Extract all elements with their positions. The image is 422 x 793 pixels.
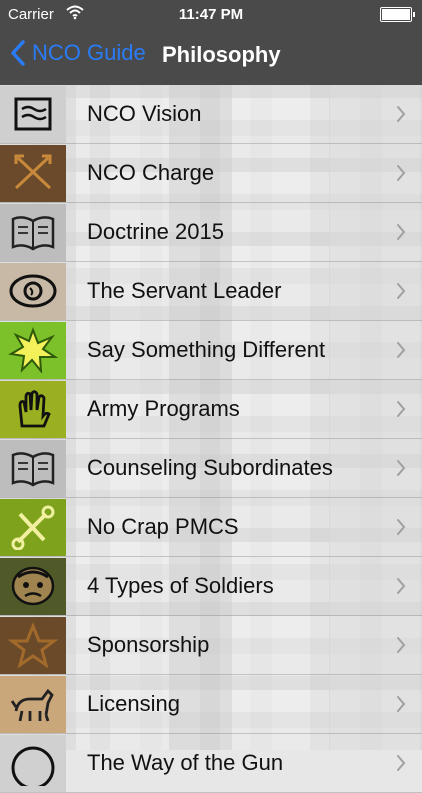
chevron-right-icon <box>397 755 406 771</box>
list-item-label: The Servant Leader <box>87 278 282 303</box>
thumbnail <box>0 439 66 497</box>
thumbnail <box>0 616 66 674</box>
list-item[interactable]: Counseling Subordinates <box>0 439 422 498</box>
page-title: Philosophy <box>162 42 281 67</box>
top-bar: Carrier 11:47 PM NCO Guide Philosophy <box>0 0 422 85</box>
list-item-label: Licensing <box>87 691 180 716</box>
list-item-label: Sponsorship <box>87 632 210 657</box>
list-item-label: NCO Vision <box>87 101 202 126</box>
list-item-label: Say Something Different <box>87 337 326 362</box>
list-item[interactable]: Licensing <box>0 675 422 734</box>
chevron-right-icon <box>397 637 406 653</box>
list-item[interactable]: Army Programs <box>0 380 422 439</box>
back-button-label: NCO Guide <box>32 40 146 65</box>
status-bar: Carrier 11:47 PM <box>0 0 422 30</box>
back-button[interactable]: NCO Guide <box>10 40 146 66</box>
open-book-icon <box>11 452 55 487</box>
tools-icon <box>11 505 55 550</box>
thumbnail <box>0 262 66 320</box>
thumbnail <box>0 321 66 379</box>
list-item-label: Doctrine 2015 <box>87 219 224 244</box>
list-item-label: No Crap PMCS <box>87 514 239 539</box>
chevron-right-icon <box>397 106 406 122</box>
chevron-right-icon <box>397 401 406 417</box>
thumbnail <box>0 203 66 261</box>
thumbnail <box>0 144 66 202</box>
list-item-label: 4 Types of Soldiers <box>87 573 274 598</box>
list-item[interactable]: Say Something Different <box>0 321 422 380</box>
chevron-right-icon <box>397 519 406 535</box>
thumbnail <box>0 734 66 792</box>
list-item[interactable]: Sponsorship <box>0 616 422 675</box>
hand-icon <box>18 390 51 428</box>
list-item[interactable]: Doctrine 2015 <box>0 203 422 262</box>
clock: 11:47 PM <box>178 6 244 23</box>
thumbnail <box>0 498 66 556</box>
horse-icon <box>10 688 54 722</box>
chevron-right-icon <box>397 460 406 476</box>
crossed-arrows-icon <box>14 154 52 190</box>
topics-list: NCO Vision NCO Charge Doctrine 2015 The Ser… <box>0 85 422 793</box>
chevron-right-icon <box>397 165 406 181</box>
list-item[interactable]: NCO Charge <box>0 144 422 203</box>
chevron-left-icon <box>11 40 25 66</box>
chevron-right-icon <box>397 342 406 358</box>
list-item-label: NCO Charge <box>87 160 215 185</box>
thumbnail <box>0 557 66 615</box>
list-item[interactable]: No Crap PMCS <box>0 498 422 557</box>
list-item-label: Army Programs <box>87 396 240 421</box>
list-item[interactable]: NCO Vision <box>0 85 422 144</box>
chevron-right-icon <box>397 578 406 594</box>
navigation-bar: NCO Guide Philosophy <box>0 30 422 85</box>
list-item[interactable]: The Servant Leader <box>0 262 422 321</box>
burst-icon <box>8 327 58 373</box>
chevron-right-icon <box>397 224 406 240</box>
thumbnail <box>0 85 66 143</box>
eye-icon <box>9 274 57 308</box>
face-icon <box>11 566 55 606</box>
list-item-label: The Way of the Gun <box>87 750 284 775</box>
open-book-icon <box>11 216 55 251</box>
circle-icon <box>11 746 55 786</box>
list-item[interactable]: 4 Types of Soldiers <box>0 557 422 616</box>
list-item[interactable]: The Way of the Gun <box>0 734 422 793</box>
battery-icon <box>380 7 415 22</box>
chevron-right-icon <box>397 283 406 299</box>
scroll-icon <box>14 97 52 131</box>
thumbnail <box>0 675 66 733</box>
star-icon <box>8 622 58 668</box>
chevron-right-icon <box>397 696 406 712</box>
thumbnail <box>0 380 66 438</box>
list-item-label: Counseling Subordinates <box>87 455 333 480</box>
